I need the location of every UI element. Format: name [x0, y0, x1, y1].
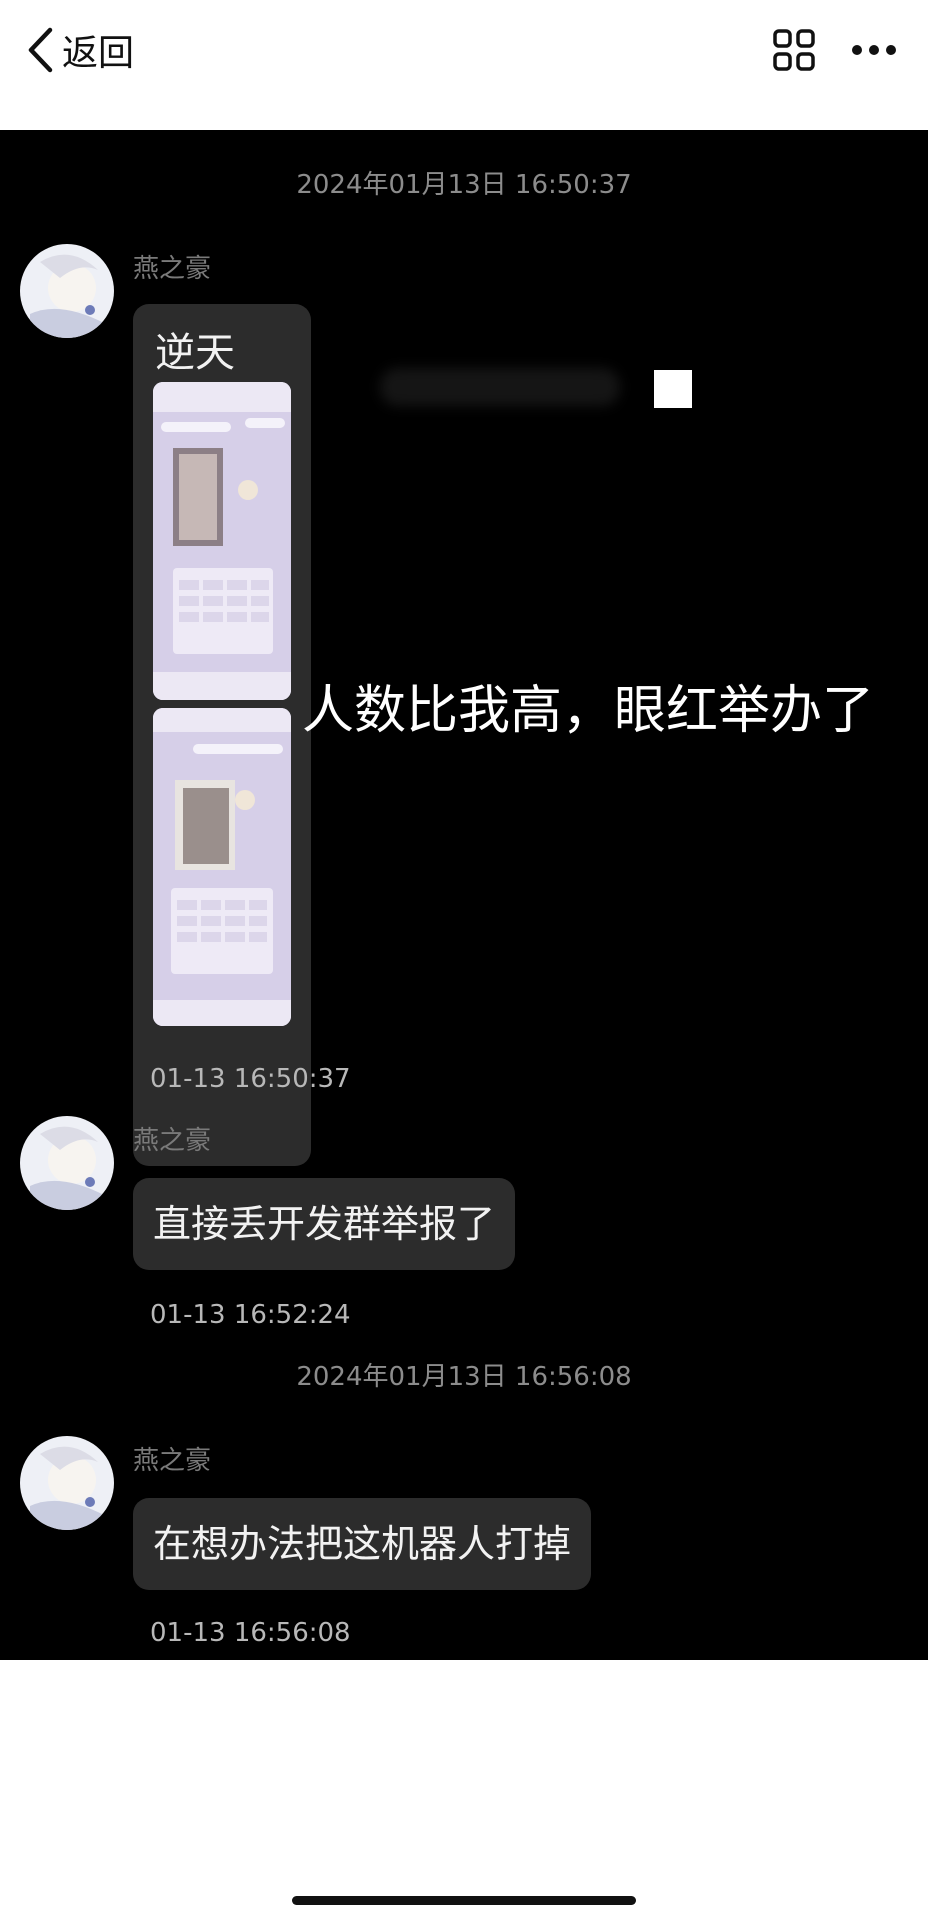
embedded-screenshot-icon — [153, 708, 291, 1026]
sender-name: 燕之豪 — [133, 1126, 212, 1156]
date-separator: 2024年01月13日 16:56:08 — [296, 1362, 632, 1392]
message-caption: 逆天 — [155, 330, 235, 376]
message-time: 01-13 16:52:24 — [150, 1300, 351, 1330]
redacted-square — [654, 370, 692, 408]
grid-button[interactable] — [772, 28, 816, 72]
back-button[interactable]: 返回 — [26, 26, 134, 74]
message-time: 01-13 16:50:37 — [150, 1064, 351, 1094]
home-indicator[interactable] — [292, 1896, 636, 1905]
avatar[interactable] — [20, 1116, 114, 1210]
anime-avatar-icon — [20, 1116, 114, 1210]
top-navigation-bar: 返回 — [0, 0, 928, 130]
sender-name: 燕之豪 — [133, 254, 212, 284]
more-button[interactable] — [850, 30, 898, 70]
anime-avatar-icon — [20, 244, 114, 338]
image-message-bubble[interactable]: 逆天 — [133, 304, 311, 1166]
message-time: 01-13 16:56:08 — [150, 1618, 351, 1648]
text-message-bubble[interactable]: 在想办法把这机器人打掉 — [133, 1498, 592, 1590]
anime-avatar-icon — [20, 1436, 114, 1530]
embedded-screenshot-icon — [153, 382, 291, 700]
chat-screenshot: 2024年01月13日 16:50:37 燕之豪 逆天 人数比我高，眼红举办了 … — [0, 130, 928, 1660]
sender-name: 燕之豪 — [133, 1446, 212, 1476]
text-message-bubble[interactable]: 直接丢开发群举报了 — [133, 1178, 516, 1270]
back-chevron-icon — [28, 27, 53, 73]
embedded-screenshot-2[interactable] — [153, 708, 291, 1026]
back-label: 返回 — [62, 33, 135, 74]
overlay-caption: 人数比我高，眼红举办了 — [302, 681, 875, 741]
avatar[interactable] — [20, 1436, 114, 1530]
grid-icon — [773, 29, 815, 71]
redacted-blur — [380, 368, 620, 406]
avatar[interactable] — [20, 244, 114, 338]
embedded-screenshot-1[interactable] — [153, 382, 291, 700]
date-separator: 2024年01月13日 16:50:37 — [296, 170, 632, 200]
more-dots-icon — [852, 45, 896, 55]
